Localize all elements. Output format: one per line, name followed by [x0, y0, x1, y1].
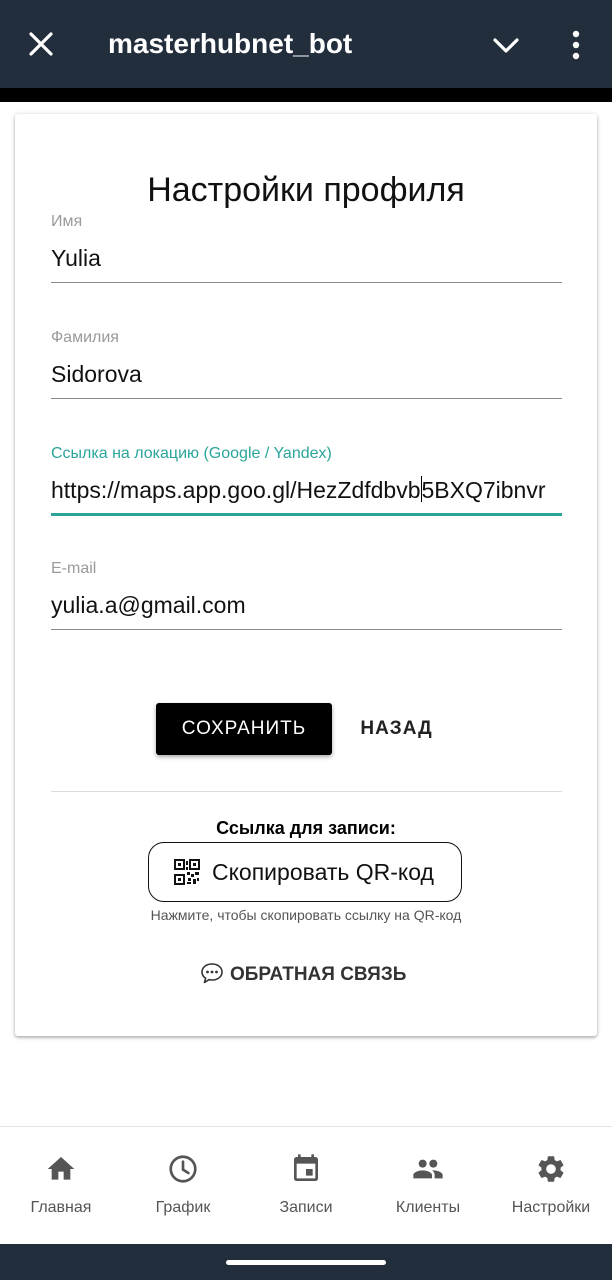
copy-qr-label: Скопировать QR-код [212, 859, 434, 885]
location-link-label: Ссылка на локацию (Google / Yandex) [51, 445, 332, 462]
system-navigation-bar [0, 1244, 612, 1280]
more-vert-icon[interactable] [562, 28, 590, 62]
bot-title: masterhubnet_bot [108, 28, 353, 59]
location-link-input[interactable]: https://maps.app.goo.gl/HezZdfdbvb5BXQ7i… [51, 474, 562, 506]
calendar-icon [294, 1154, 318, 1181]
clock-icon [169, 1155, 197, 1183]
feedback-link[interactable]: ОБРАТНАЯ СВЯЗЬ [200, 958, 406, 992]
qr-hint-text: Нажмите, чтобы скопировать ссылку на QR-… [150, 907, 462, 923]
qr-code-icon [174, 859, 200, 885]
bottom-navigation: Главная График Записи Клиенты Настройки [0, 1126, 612, 1245]
speech-bubble-icon [201, 963, 223, 984]
nav-label-appointments: Записи [279, 1199, 333, 1216]
last-name-input[interactable]: Sidorova [51, 358, 562, 390]
location-link-text-end: 5BXQ7ibnvr [421, 477, 546, 503]
page-title: Настройки профиля [147, 171, 465, 209]
email-label: E-mail [51, 560, 97, 577]
save-button[interactable]: СОХРАНИТЬ [156, 703, 332, 755]
header-divider [0, 88, 612, 102]
section-divider [51, 791, 562, 792]
nav-label-clients: Клиенты [395, 1199, 461, 1216]
people-icon [413, 1159, 443, 1179]
last-name-label: Фамилия [51, 329, 119, 346]
nav-label-home: Главная [30, 1199, 92, 1216]
profile-settings-card: Настройки профиля Имя Yulia Фамилия Sido… [15, 114, 597, 1036]
feedback-label: ОБРАТНАЯ СВЯЗЬ [230, 964, 407, 985]
app-header: masterhubnet_bot [0, 0, 612, 88]
email-input[interactable]: yulia.a@gmail.com [51, 589, 562, 621]
nav-label-schedule: График [155, 1199, 211, 1216]
chevron-down-icon[interactable] [490, 30, 522, 60]
nav-item-appointments[interactable]: Записи [245, 1127, 367, 1245]
first-name-underline [51, 282, 562, 283]
home-indicator[interactable] [226, 1260, 386, 1265]
last-name-underline [51, 398, 562, 399]
close-icon[interactable] [26, 29, 56, 59]
location-link-text: https://maps.app.goo.gl/HezZdfdbvb [51, 477, 421, 503]
nav-item-settings[interactable]: Настройки [490, 1127, 612, 1245]
nav-label-settings: Настройки [511, 1199, 591, 1216]
nav-item-clients[interactable]: Клиенты [367, 1127, 489, 1245]
back-button[interactable]: НАЗАД [345, 703, 448, 755]
location-link-underline [51, 513, 562, 516]
nav-item-schedule[interactable]: График [122, 1127, 244, 1245]
first-name-input[interactable]: Yulia [51, 242, 562, 274]
home-icon [47, 1157, 75, 1180]
nav-item-home[interactable]: Главная [0, 1127, 122, 1245]
gear-icon [538, 1156, 564, 1182]
copy-qr-button[interactable]: Скопировать QR-код [148, 842, 462, 902]
first-name-label: Имя [51, 213, 83, 230]
booking-link-heading: Ссылка для записи: [216, 818, 396, 838]
email-underline [51, 629, 562, 630]
